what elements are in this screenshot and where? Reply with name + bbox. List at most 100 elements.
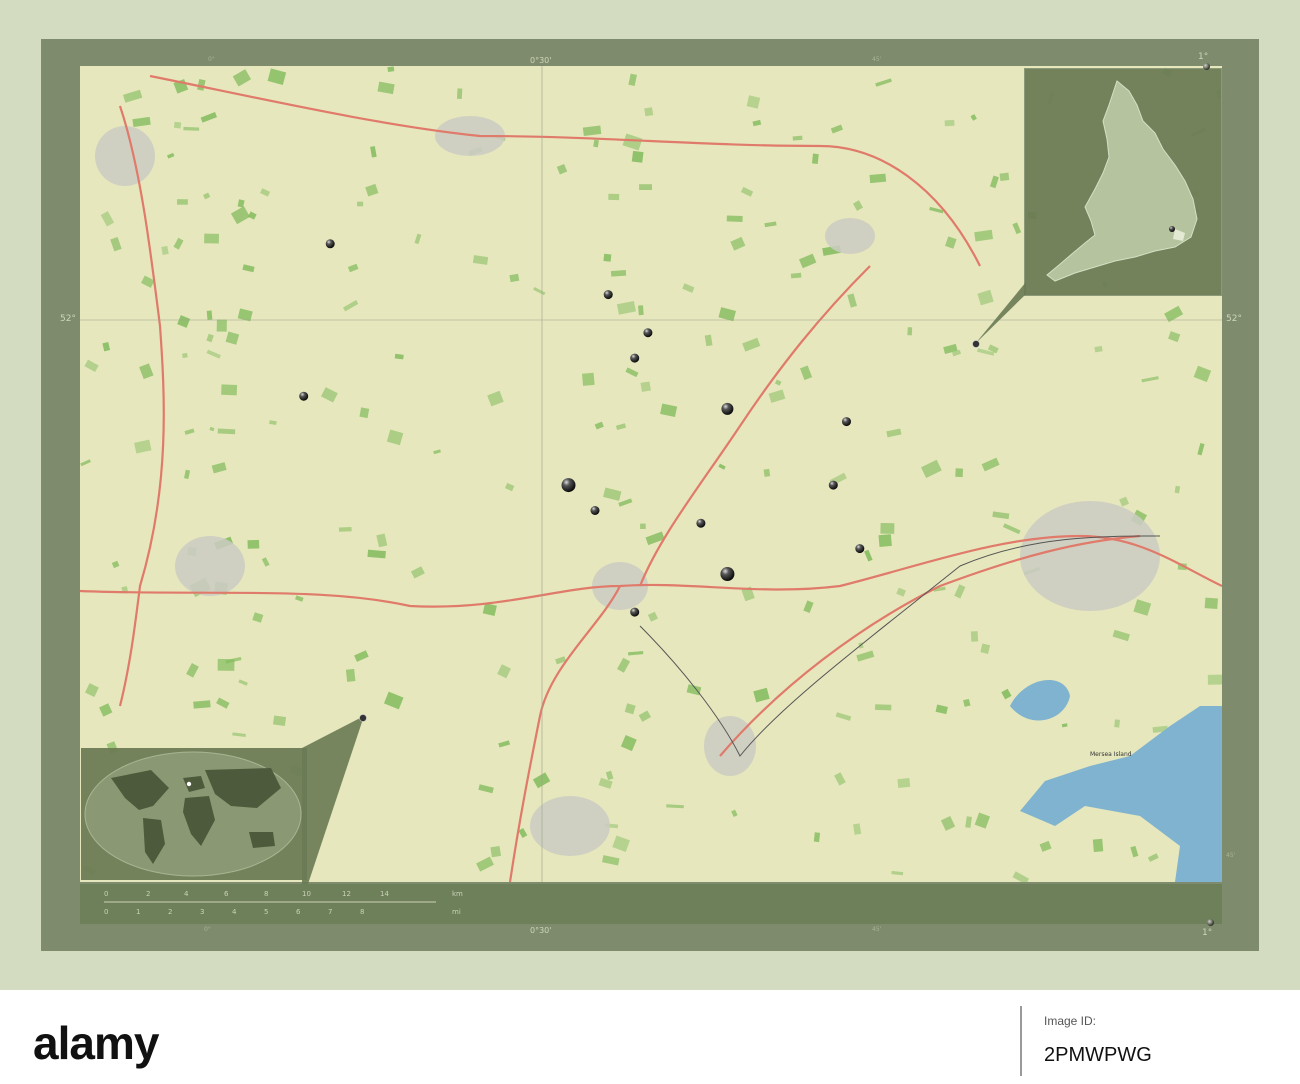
woodland-patch bbox=[631, 150, 644, 163]
town-marker[interactable] bbox=[299, 391, 309, 401]
scale-km-tick: 6 bbox=[224, 890, 229, 898]
woodland-patch bbox=[792, 135, 803, 141]
woodland-patch bbox=[177, 199, 188, 205]
woodland-patch bbox=[183, 126, 200, 131]
woodland-patch bbox=[897, 778, 911, 788]
woodland-patch bbox=[217, 658, 235, 671]
england-inset bbox=[1024, 68, 1222, 296]
woodland-patch bbox=[944, 119, 955, 127]
town-marker[interactable] bbox=[561, 478, 576, 493]
woodland-patch bbox=[338, 527, 352, 532]
urban-area bbox=[95, 126, 155, 186]
woodland-patch bbox=[603, 253, 612, 262]
lon-label: 0° bbox=[204, 926, 211, 933]
lon-label: 45' bbox=[872, 926, 882, 933]
watermark-caption: Image ID: bbox=[1044, 1014, 1097, 1028]
woodland-patch bbox=[221, 384, 238, 396]
woodland-patch bbox=[247, 539, 260, 549]
lon-label: 0°30' bbox=[530, 56, 552, 65]
scale-mi-tick: 6 bbox=[296, 908, 301, 916]
world-inset-pointer bbox=[302, 714, 367, 884]
world-locator-marker bbox=[186, 781, 192, 787]
woodland-patch bbox=[206, 310, 213, 320]
woodland-patch bbox=[387, 66, 395, 73]
scale-mi-tick: 0 bbox=[104, 908, 109, 916]
urban-area bbox=[175, 536, 245, 596]
town-marker[interactable] bbox=[696, 518, 706, 528]
town-marker[interactable] bbox=[325, 239, 335, 249]
australia bbox=[249, 832, 275, 848]
woodland-patch bbox=[608, 193, 620, 201]
lon-label: 1° bbox=[1198, 52, 1209, 62]
woodland-patch bbox=[1204, 597, 1218, 609]
woodland-patch bbox=[878, 534, 892, 547]
woodland-patch bbox=[763, 468, 771, 477]
woodland-patch bbox=[490, 845, 502, 858]
woodland-patch bbox=[880, 523, 895, 534]
scale-mi-tick: 5 bbox=[264, 908, 269, 916]
scale-mi-tick: 3 bbox=[200, 908, 205, 916]
scale-mi-tick: 2 bbox=[168, 908, 173, 916]
lat-label: 52° bbox=[60, 314, 76, 324]
frame-corner-pin bbox=[1203, 63, 1210, 70]
england-outline bbox=[1046, 80, 1198, 282]
woodland-patch bbox=[813, 832, 821, 843]
town-marker[interactable] bbox=[855, 544, 865, 554]
woodland-patch bbox=[644, 107, 654, 117]
scale-bar: 0 2 4 6 8 10 12 14 km 0 1 2 3 4 5 6 7 8 … bbox=[80, 884, 1222, 924]
woodland-patch bbox=[955, 468, 964, 478]
woodland-patch bbox=[639, 184, 652, 190]
town-marker[interactable] bbox=[630, 353, 640, 363]
woodland-patch bbox=[869, 173, 887, 184]
scale-km-tick: 12 bbox=[342, 890, 351, 898]
woodland-patch bbox=[970, 631, 979, 642]
woodland-patch bbox=[811, 153, 819, 164]
woodland-patch bbox=[345, 668, 356, 682]
scale-mi-tick: 1 bbox=[136, 908, 141, 916]
woodland-patch bbox=[726, 215, 743, 222]
scale-km-unit: km bbox=[452, 890, 463, 898]
watermark-divider bbox=[1020, 1006, 1022, 1076]
woodland-patch bbox=[173, 121, 182, 129]
woodland-patch bbox=[790, 272, 802, 279]
woodland-patch bbox=[907, 327, 913, 336]
woodland-patch bbox=[217, 428, 236, 435]
urban-area bbox=[825, 218, 875, 254]
town-marker[interactable] bbox=[720, 567, 735, 581]
woodland-patch bbox=[193, 700, 211, 709]
scale-km-tick: 14 bbox=[380, 890, 389, 898]
town-marker[interactable] bbox=[590, 506, 600, 515]
woodland-patch bbox=[357, 201, 364, 207]
town-marker[interactable] bbox=[828, 480, 838, 490]
woodland-patch bbox=[1114, 719, 1120, 728]
scale-mi-tick: 8 bbox=[360, 908, 365, 916]
woodland-patch bbox=[204, 233, 219, 244]
town-marker[interactable] bbox=[643, 328, 653, 338]
lon-label: 0° bbox=[208, 56, 215, 63]
woodland-patch bbox=[1207, 674, 1222, 685]
woodland-patch bbox=[640, 523, 646, 529]
scale-km-tick: 2 bbox=[146, 890, 151, 898]
lon-label: 1° bbox=[1202, 928, 1213, 938]
woodland-patch bbox=[640, 381, 651, 392]
woodland-patch bbox=[875, 704, 892, 711]
scale-bar-graphic bbox=[104, 901, 436, 903]
town-marker[interactable] bbox=[721, 402, 734, 415]
woodland-patch bbox=[456, 88, 463, 100]
town-marker[interactable] bbox=[842, 417, 851, 427]
woodland-patch bbox=[582, 372, 595, 386]
watermark-image-id: 2PMWPWG bbox=[1044, 1044, 1152, 1066]
scale-km-tick: 8 bbox=[264, 890, 269, 898]
place-label: Mersea Island bbox=[1090, 751, 1132, 758]
woodland-patch bbox=[272, 715, 287, 726]
lon-label: 45' bbox=[872, 56, 882, 63]
inset-locator-marker bbox=[1169, 226, 1175, 232]
town-marker[interactable] bbox=[630, 607, 640, 617]
woodland-patch bbox=[610, 270, 627, 277]
world-inset bbox=[81, 748, 307, 880]
woodland-patch bbox=[182, 352, 188, 359]
town-marker[interactable] bbox=[603, 290, 613, 300]
woodland-patch bbox=[359, 407, 370, 419]
england-inset-pointer bbox=[972, 282, 1026, 348]
scale-mi-tick: 4 bbox=[232, 908, 237, 916]
